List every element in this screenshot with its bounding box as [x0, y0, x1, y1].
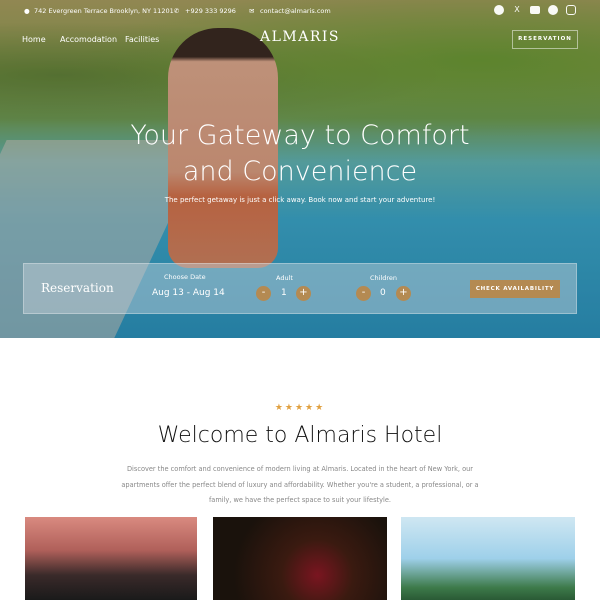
- hero-title-line1: Your Gateway to Comfort: [130, 120, 470, 151]
- address: 742 Evergreen Terrace Brooklyn, NY 11201: [34, 7, 174, 15]
- location-icon: ●: [24, 7, 30, 15]
- card-image-wine-glasses[interactable]: [213, 517, 387, 600]
- children-label: Children: [370, 274, 398, 282]
- phone[interactable]: +929 333 9296: [185, 7, 236, 15]
- booking-title: Reservation: [41, 281, 114, 295]
- booking-bar: Reservation Choose Date Aug 13 - Aug 14 …: [23, 263, 577, 314]
- children-minus-button[interactable]: -: [356, 286, 371, 301]
- check-availability-button[interactable]: CHECK AVAILABILITY: [470, 280, 560, 298]
- rating-stars: ★★★★★: [274, 403, 326, 413]
- date-label: Choose Date: [164, 273, 206, 281]
- pinterest-icon[interactable]: [548, 5, 558, 15]
- adult-minus-button[interactable]: -: [256, 286, 271, 301]
- date-picker[interactable]: Aug 13 - Aug 14: [152, 288, 225, 298]
- welcome-description: Discover the comfort and convenience of …: [121, 465, 479, 504]
- adult-label: Adult: [276, 274, 293, 282]
- adult-value: 1: [281, 288, 287, 298]
- logo[interactable]: ALMARIS: [0, 29, 600, 45]
- instagram-icon[interactable]: [566, 5, 576, 15]
- hero-title-line2: and Convenience: [182, 156, 418, 187]
- card-image-hotel-exterior[interactable]: [25, 517, 197, 600]
- reservation-button[interactable]: RESERVATION: [512, 30, 578, 49]
- children-value: 0: [380, 288, 386, 298]
- x-icon[interactable]: X: [512, 5, 522, 15]
- welcome-title: Welcome to Almaris Hotel: [157, 423, 443, 448]
- youtube-icon[interactable]: [530, 6, 540, 14]
- card-image-palm-trees[interactable]: [401, 517, 575, 600]
- facebook-icon[interactable]: [494, 5, 504, 15]
- email[interactable]: contact@almaris.com: [260, 7, 331, 15]
- mail-icon: ✉: [249, 7, 255, 15]
- phone-icon: ✆: [174, 7, 180, 15]
- top-bar: ● 742 Evergreen Terrace Brooklyn, NY 112…: [0, 7, 600, 19]
- children-plus-button[interactable]: +: [396, 286, 411, 301]
- adult-plus-button[interactable]: +: [296, 286, 311, 301]
- hero-subtitle: The perfect getaway is just a click away…: [164, 196, 436, 204]
